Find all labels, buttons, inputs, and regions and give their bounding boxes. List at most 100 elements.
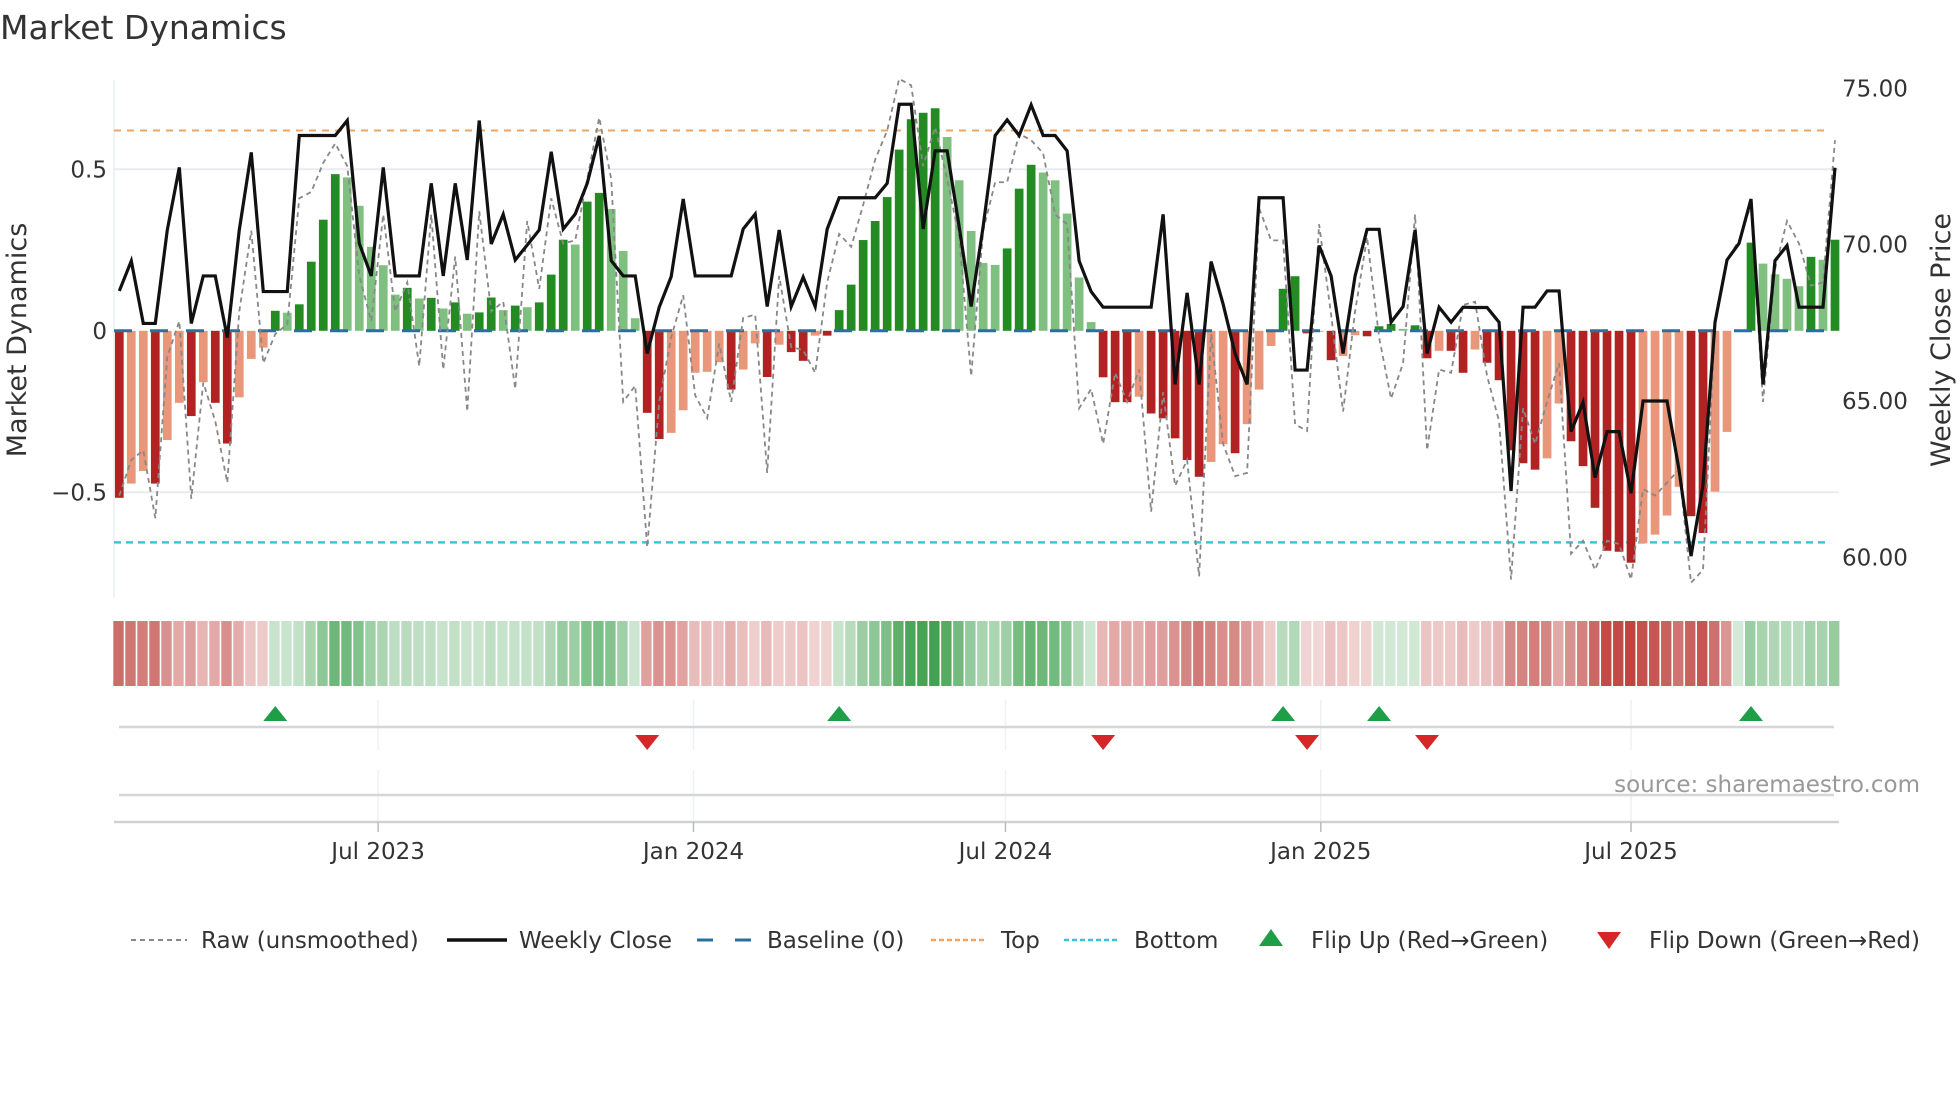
- momentum-bar: [1038, 172, 1048, 331]
- strip-cell: [1265, 621, 1276, 686]
- strip-cell: [1313, 621, 1324, 686]
- strip-cell: [413, 621, 424, 686]
- legend-label: Top: [1000, 928, 1040, 954]
- momentum-bar: [1218, 330, 1228, 445]
- strip-cell: [197, 621, 208, 686]
- x-tick-label: Jan 2024: [641, 839, 744, 865]
- strip-cell: [461, 621, 472, 686]
- strip-cell: [1397, 621, 1408, 686]
- strip-cell: [509, 621, 520, 686]
- strip-cell: [701, 621, 712, 686]
- momentum-bar: [294, 304, 304, 331]
- momentum-bar: [138, 330, 148, 471]
- strip-cell: [1673, 621, 1684, 686]
- momentum-bar: [522, 307, 532, 331]
- flip-panel: [119, 700, 1834, 750]
- momentum-bar: [1098, 330, 1108, 378]
- strip-cell: [1565, 621, 1576, 686]
- strip-cell: [1037, 621, 1048, 686]
- strip-cell: [113, 621, 124, 686]
- momentum-bars: [114, 108, 1840, 563]
- momentum-bar: [330, 174, 340, 331]
- momentum-bar: [1026, 164, 1036, 331]
- strip-cell: [173, 621, 184, 686]
- momentum-bar: [834, 310, 844, 331]
- momentum-bar: [570, 244, 580, 331]
- strip-cell: [353, 621, 364, 686]
- strip-cell: [1637, 621, 1648, 686]
- strip-cell: [569, 621, 580, 686]
- momentum-bar: [270, 310, 280, 331]
- strip-cell: [797, 621, 808, 686]
- strip-cell: [1157, 621, 1168, 686]
- strip-cell: [1733, 621, 1744, 686]
- strip-cell: [761, 621, 772, 686]
- momentum-bar: [1686, 330, 1696, 517]
- strip-cell: [497, 621, 508, 686]
- legend-item-close: Weekly Close: [447, 928, 672, 954]
- strip-cell: [725, 621, 736, 686]
- right-tick-label: 65.00: [1842, 389, 1908, 415]
- legend-label: Flip Up (Red→Green): [1311, 928, 1548, 954]
- strip-cell: [1241, 621, 1252, 686]
- strip-cell: [1049, 621, 1060, 686]
- strip-cell: [845, 621, 856, 686]
- momentum-bar: [210, 330, 220, 403]
- momentum-bar: [630, 318, 640, 331]
- strip-cell: [1001, 621, 1012, 686]
- strip-cell: [293, 621, 304, 686]
- strip-cell: [1457, 621, 1468, 686]
- strip-cell: [1553, 621, 1564, 686]
- strip-cell: [1829, 621, 1840, 686]
- strip-cell: [1529, 621, 1540, 686]
- flip-down-marker: [1415, 735, 1440, 750]
- strip-cell: [665, 621, 676, 686]
- strip-cell: [773, 621, 784, 686]
- momentum-bar: [822, 330, 832, 336]
- flip-down-marker: [635, 735, 660, 750]
- momentum-heat-strip: [113, 621, 1840, 686]
- strip-cell: [749, 621, 760, 686]
- strip-cell: [1325, 621, 1336, 686]
- strip-cell: [1301, 621, 1312, 686]
- momentum-bar: [162, 330, 172, 440]
- momentum-bar: [198, 330, 208, 383]
- strip-cell: [221, 621, 232, 686]
- strip-cell: [593, 621, 604, 686]
- momentum-bar: [1110, 330, 1120, 403]
- right-tick-label: 70.00: [1842, 233, 1908, 259]
- momentum-bar: [378, 265, 388, 331]
- strip-cell: [1085, 621, 1096, 686]
- strip-cell: [1649, 621, 1660, 686]
- strip-cell: [1613, 621, 1624, 686]
- momentum-bar: [894, 149, 904, 331]
- legend-label: Weekly Close: [519, 928, 672, 954]
- momentum-bar: [678, 330, 688, 411]
- momentum-bar: [1482, 330, 1492, 363]
- momentum-bar: [990, 264, 1000, 331]
- momentum-bar: [618, 251, 628, 331]
- momentum-bar: [666, 330, 676, 433]
- strip-cell: [977, 621, 988, 686]
- strip-cell: [581, 621, 592, 686]
- x-tick-label: Jul 2023: [329, 839, 425, 865]
- momentum-bar: [1470, 330, 1480, 350]
- strip-cell: [1421, 621, 1432, 686]
- momentum-bar: [114, 330, 124, 498]
- flip-up-marker: [1271, 706, 1296, 721]
- flip-down-icon: [1597, 932, 1621, 949]
- momentum-bar: [186, 330, 196, 417]
- momentum-bar: [882, 197, 892, 331]
- market-dynamics-chart: Market Dynamics 0.5 0 −0.5 75.00 70.00 65.00…: [0, 8, 1957, 954]
- legend-label: Raw (unsmoothed): [201, 928, 419, 954]
- x-tick-label: Jan 2025: [1268, 839, 1371, 865]
- strip-cell: [269, 621, 280, 686]
- strip-cell: [1205, 621, 1216, 686]
- strip-cell: [785, 621, 796, 686]
- left-axis-label: Market Dynamics: [2, 223, 33, 458]
- momentum-bar: [1806, 256, 1816, 331]
- strip-cell: [1253, 621, 1264, 686]
- momentum-bar: [798, 330, 808, 361]
- legend-item-bottom: Bottom: [1064, 928, 1218, 954]
- strip-cell: [1685, 621, 1696, 686]
